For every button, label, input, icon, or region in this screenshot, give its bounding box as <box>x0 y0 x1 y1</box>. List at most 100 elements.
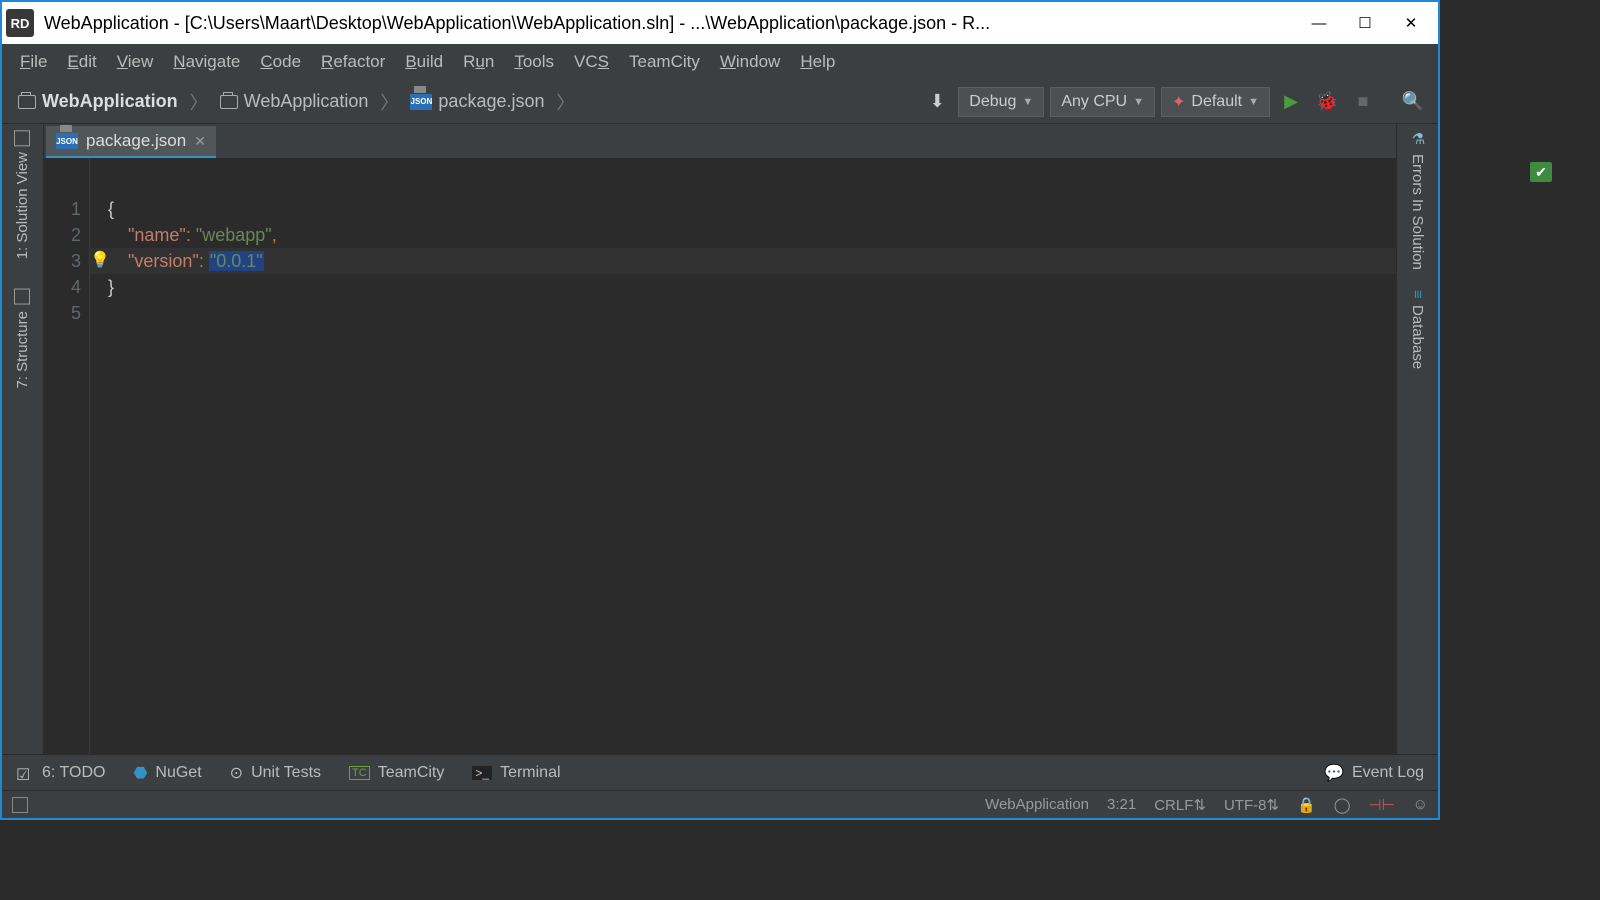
inspection-ok-badge[interactable]: ✔ <box>1530 162 1552 182</box>
menu-navigate[interactable]: Navigate <box>163 48 250 76</box>
context-label: WebApplication <box>985 796 1089 813</box>
minimize-button[interactable]: — <box>1296 3 1342 43</box>
search-everywhere-button[interactable]: 🔍 <box>1398 87 1428 117</box>
chevron-down-icon: ▼ <box>1248 96 1259 108</box>
json-file-icon: JSON <box>410 94 432 110</box>
debug-button[interactable]: 🐞 <box>1312 87 1342 117</box>
menu-refactor[interactable]: Refactor <box>311 48 395 76</box>
nuget-label: NuGet <box>155 764 201 782</box>
line-number: 4 <box>44 274 81 300</box>
editor-tab-package-json[interactable]: JSON package.json ✕ <box>46 126 216 158</box>
tool-window-toggle-icon[interactable] <box>12 797 28 813</box>
build-icon[interactable]: ⬇ <box>922 87 952 117</box>
line-number: 1 <box>44 196 81 222</box>
code-line[interactable]: { <box>90 196 1396 222</box>
teamcity-tool[interactable]: TC TeamCity <box>349 764 444 782</box>
configuration-label: Debug <box>969 93 1016 111</box>
database-icon <box>1409 290 1426 299</box>
menu-run[interactable]: Run <box>453 48 504 76</box>
flask-icon <box>1409 130 1427 148</box>
target-icon: ✦ <box>1172 92 1185 112</box>
unit-tests-icon: ⊙ <box>230 763 243 783</box>
caret-position[interactable]: 3:21 <box>1107 796 1136 813</box>
checklist-icon: ☑ <box>16 765 34 781</box>
stop-button[interactable]: ■ <box>1348 87 1378 117</box>
lightbulb-icon[interactable]: 💡 <box>90 250 110 270</box>
terminal-tool[interactable]: >_ Terminal <box>472 764 560 782</box>
menu-teamcity[interactable]: TeamCity <box>619 48 710 76</box>
ide-status-icon[interactable]: ☺ <box>1413 796 1428 813</box>
solution-view-label: 1: Solution View <box>14 152 31 259</box>
event-log-tool[interactable]: 💬 Event Log <box>1324 763 1424 783</box>
chevron-right-icon: 〉 <box>557 89 575 115</box>
toolbar: WebApplication 〉 WebApplication 〉 JSON p… <box>2 80 1438 124</box>
chevron-right-icon: 〉 <box>190 89 208 115</box>
app-logo: RD <box>6 9 34 37</box>
menu-file[interactable]: File <box>10 48 57 76</box>
line-number: 3 <box>44 248 81 274</box>
folder-icon <box>220 95 238 109</box>
database-label: Database <box>1409 305 1426 369</box>
errors-label: Errors In Solution <box>1409 154 1426 270</box>
breadcrumb-root-label: WebApplication <box>42 91 178 112</box>
nuget-icon: ⬣ <box>133 763 147 783</box>
breadcrumb-file[interactable]: JSON package.json <box>404 89 550 114</box>
lock-icon[interactable]: 🔒 <box>1297 796 1316 814</box>
menu-build[interactable]: Build <box>395 48 453 76</box>
folder-icon <box>18 95 36 109</box>
memory-indicator-icon[interactable]: ⊣⊢ <box>1369 796 1395 814</box>
chevron-down-icon: ▼ <box>1022 96 1033 108</box>
code-editor[interactable]: 1 2 3 4 5 💡 { "name": "webapp", "version… <box>44 158 1396 754</box>
editor-tabbar: JSON package.json ✕ <box>44 124 1396 158</box>
line-number: 5 <box>44 300 81 326</box>
unit-tests-tool[interactable]: ⊙ Unit Tests <box>230 763 321 783</box>
code-line[interactable] <box>90 300 1396 326</box>
line-number: 2 <box>44 222 81 248</box>
breadcrumb-solution[interactable]: WebApplication <box>12 89 184 114</box>
encoding-selector[interactable]: UTF-8⇅ <box>1224 796 1279 814</box>
menu-help[interactable]: Help <box>790 48 845 76</box>
nuget-tool[interactable]: ⬣ NuGet <box>133 763 201 783</box>
configuration-dropdown[interactable]: Debug ▼ <box>958 87 1044 117</box>
gutter-line-numbers: 1 2 3 4 5 <box>44 158 90 754</box>
platform-dropdown[interactable]: Any CPU ▼ <box>1050 87 1155 117</box>
menubar: File Edit View Navigate Code Refactor Bu… <box>2 44 1438 80</box>
run-button[interactable]: ▶ <box>1276 87 1306 117</box>
json-file-icon: JSON <box>56 133 78 149</box>
menu-edit[interactable]: Edit <box>57 48 106 76</box>
run-target-dropdown[interactable]: ✦ Default ▼ <box>1161 87 1270 117</box>
code-line[interactable]: "name": "webapp", <box>90 222 1396 248</box>
structure-icon <box>15 289 31 305</box>
close-button[interactable]: ✕ <box>1388 3 1434 43</box>
code-line-current[interactable]: "version": "0.0.1" <box>90 248 1396 274</box>
solution-view-tab[interactable]: 1: Solution View <box>14 130 31 259</box>
bottom-toolbar: ☑ 6: TODO ⬣ NuGet ⊙ Unit Tests TC TeamCi… <box>2 754 1438 790</box>
editor-column: JSON package.json ✕ 1 2 3 4 5 💡 { "name"… <box>44 124 1396 754</box>
platform-label: Any CPU <box>1061 93 1127 111</box>
code-line[interactable]: } <box>90 274 1396 300</box>
menu-view[interactable]: View <box>107 48 164 76</box>
maximize-button[interactable]: ☐ <box>1342 3 1388 43</box>
target-label: Default <box>1191 93 1242 111</box>
titlebar: RD WebApplication - [C:\Users\Maart\Desk… <box>2 2 1438 44</box>
unit-tests-label: Unit Tests <box>251 764 321 782</box>
line-ending-selector[interactable]: CRLF⇅ <box>1154 796 1206 814</box>
menu-tools[interactable]: Tools <box>504 48 564 76</box>
window-title: WebApplication - [C:\Users\Maart\Desktop… <box>44 13 1296 34</box>
database-tab[interactable]: Database <box>1409 290 1426 369</box>
close-tab-icon[interactable]: ✕ <box>194 133 206 150</box>
statusbar: WebApplication 3:21 CRLF⇅ UTF-8⇅ 🔒 ◯ ⊣⊢ … <box>2 790 1438 818</box>
menu-code[interactable]: Code <box>250 48 311 76</box>
menu-vcs[interactable]: VCS <box>564 48 619 76</box>
todo-tool[interactable]: ☑ 6: TODO <box>16 764 105 782</box>
code-content[interactable]: 💡 { "name": "webapp", "version": "0.0.1"… <box>90 158 1396 754</box>
chevron-down-icon: ▼ <box>1133 96 1144 108</box>
errors-in-solution-tab[interactable]: Errors In Solution <box>1409 130 1427 270</box>
breadcrumb-project[interactable]: WebApplication <box>214 89 375 114</box>
left-tool-strip: 1: Solution View 7: Structure <box>2 124 44 754</box>
inspection-indicator-icon[interactable]: ◯ <box>1334 796 1351 814</box>
chevron-right-icon: 〉 <box>380 89 398 115</box>
structure-tab[interactable]: 7: Structure <box>14 289 31 389</box>
menu-window[interactable]: Window <box>710 48 790 76</box>
tab-label: package.json <box>86 131 186 151</box>
